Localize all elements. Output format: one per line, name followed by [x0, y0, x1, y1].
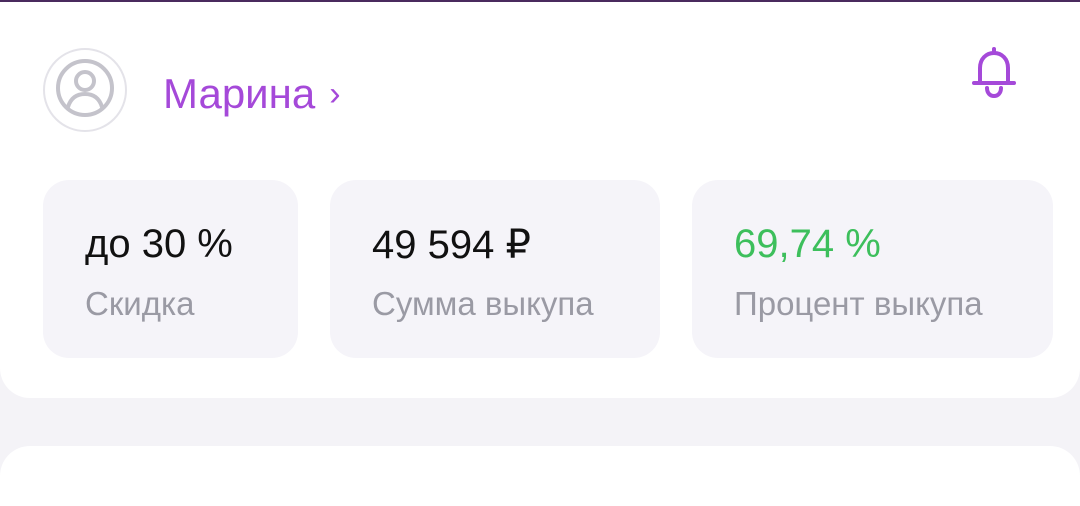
chevron-right-icon: ›: [329, 75, 341, 113]
stat-value: до 30 %: [85, 222, 233, 266]
next-section-card: [0, 446, 1080, 506]
stat-value: 69,74 %: [734, 222, 881, 266]
profile-card: Марина › до 30 % Скидка 49 594 ₽ Сумма в…: [0, 2, 1080, 398]
stat-card-purchase-percent[interactable]: 69,74 % Процент выкупа: [692, 180, 1053, 358]
stat-card-discount[interactable]: до 30 % Скидка: [43, 180, 298, 358]
stat-label: Скидка: [85, 285, 195, 322]
user-circle-icon: [54, 57, 116, 124]
bell-icon: [968, 45, 1020, 104]
avatar[interactable]: [43, 48, 127, 132]
notifications-button[interactable]: [966, 46, 1022, 102]
stat-value: 49 594 ₽: [372, 223, 531, 267]
user-name: Марина: [163, 70, 316, 117]
stat-card-purchase-sum[interactable]: 49 594 ₽ Сумма выкупа: [330, 180, 660, 358]
profile-name-link[interactable]: Марина ›: [163, 64, 341, 124]
stat-label: Процент выкупа: [734, 285, 983, 322]
stat-label: Сумма выкупа: [372, 285, 594, 322]
